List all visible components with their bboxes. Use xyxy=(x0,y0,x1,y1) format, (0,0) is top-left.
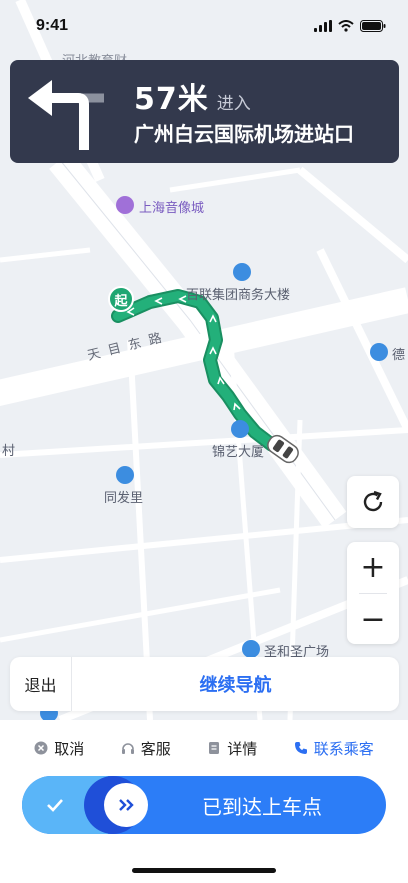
zoom-in-button[interactable]: + xyxy=(347,542,399,592)
signal-icon xyxy=(314,20,332,32)
refresh-icon xyxy=(363,490,383,512)
navigation-instruction-card: 57米 进入 广州白云国际机场进站口 xyxy=(10,60,399,163)
status-icons xyxy=(314,20,386,32)
continue-navigation-button[interactable]: 继续导航 xyxy=(72,657,399,711)
building-icon xyxy=(233,263,251,281)
phone-icon xyxy=(294,742,307,754)
building-icon xyxy=(370,343,388,361)
cancel-label: 取消 xyxy=(54,739,85,758)
exit-button[interactable]: 退出 xyxy=(10,657,72,711)
map-label-jinyi: 锦艺大厦 xyxy=(212,445,265,460)
check-icon xyxy=(47,799,63,812)
nav-road-name: 广州白云国际机场进站口 xyxy=(134,122,354,146)
details-button[interactable]: 详情 xyxy=(207,738,257,759)
building-icon xyxy=(231,420,249,438)
double-chevron-right-icon xyxy=(119,799,134,811)
service-label: 客服 xyxy=(140,739,171,758)
arrive-label: 已到达上车点 xyxy=(202,794,322,819)
home-indicator xyxy=(132,868,276,873)
contact-passenger-button[interactable]: 联系乘客 xyxy=(294,738,374,759)
status-time: 9:41 xyxy=(36,17,69,34)
customer-service-button[interactable]: 客服 xyxy=(121,738,171,759)
map-label-cun-partial: 村 xyxy=(2,444,16,459)
map-label-shanghai-audio: 上海音像城 xyxy=(139,201,205,216)
navigation-action-bar: 退出 继续导航 xyxy=(10,657,399,711)
audio-store-icon xyxy=(116,196,134,214)
slider-knob-handle xyxy=(104,783,148,827)
map-label-bailian: 百联集团商务大楼 xyxy=(186,288,291,303)
details-label: 详情 xyxy=(227,739,258,758)
start-marker: 起 xyxy=(108,286,134,312)
building-icon xyxy=(242,640,260,658)
close-circle-icon xyxy=(34,741,48,755)
map-label-de-partial: 德 xyxy=(392,348,406,363)
cancel-button[interactable]: 取消 xyxy=(34,738,84,759)
tools-row: 取消 客服 详情 联系乘客 xyxy=(0,734,408,762)
document-icon xyxy=(209,742,220,754)
arrive-pickup-slider[interactable]: 已到达上车点 xyxy=(22,776,386,834)
bottom-panel: 取消 客服 详情 联系乘客 已到达上车点 xyxy=(0,720,408,883)
nav-distance: 57米 xyxy=(134,82,209,117)
refresh-button[interactable] xyxy=(347,476,399,528)
slider-knob[interactable] xyxy=(84,776,148,834)
wifi-icon xyxy=(338,20,354,32)
zoom-controls: + − xyxy=(347,542,399,644)
start-marker-label: 起 xyxy=(114,293,128,309)
turn-left-icon xyxy=(28,80,104,150)
nav-distance-row: 57米 进入 xyxy=(134,74,251,118)
battery-icon xyxy=(360,20,386,32)
map-label-tongfa: 同发里 xyxy=(104,491,144,506)
zoom-out-button[interactable]: − xyxy=(347,594,399,644)
contact-label: 联系乘客 xyxy=(313,739,374,758)
status-bar: 9:41 xyxy=(0,0,408,52)
nav-action: 进入 xyxy=(216,94,251,114)
headset-icon xyxy=(121,743,134,754)
building-icon xyxy=(116,466,134,484)
